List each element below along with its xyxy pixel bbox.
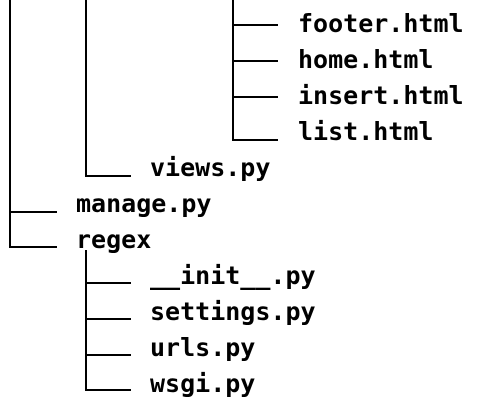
file-insert-html: insert.html <box>298 81 464 110</box>
tree-guide-line-level1 <box>9 0 11 213</box>
file-views-py: views.py <box>150 153 271 182</box>
file-urls-py: urls.py <box>150 333 256 362</box>
tree-branch-line <box>9 246 57 248</box>
tree-guide-line-regex-children <box>85 250 87 390</box>
tree-branch-line <box>85 318 131 320</box>
file-manage-py: manage.py <box>76 189 212 218</box>
file-settings-py: settings.py <box>150 297 316 326</box>
folder-regex: regex <box>76 225 152 254</box>
file-home-html: home.html <box>298 45 434 74</box>
tree-branch-line <box>232 60 278 62</box>
tree-guide-line-level2 <box>85 0 87 176</box>
tree-branch-line <box>85 282 131 284</box>
file-footer-html: footer.html <box>298 9 464 38</box>
tree-guide-line-level4 <box>232 0 234 140</box>
tree-guide-line-level1-regex <box>9 213 11 247</box>
tree-branch-line <box>232 139 278 141</box>
tree-branch-line <box>85 175 131 177</box>
tree-branch-line <box>232 24 278 26</box>
tree-branch-line <box>232 96 278 98</box>
tree-branch-line <box>85 389 131 391</box>
file-list-html: list.html <box>298 117 434 146</box>
tree-branch-line <box>85 354 131 356</box>
file-init-py: __init__.py <box>150 261 316 290</box>
file-wsgi-py: wsgi.py <box>150 369 256 398</box>
tree-branch-line <box>9 211 57 213</box>
directory-tree: footer.html home.html insert.html list.h… <box>0 0 500 407</box>
